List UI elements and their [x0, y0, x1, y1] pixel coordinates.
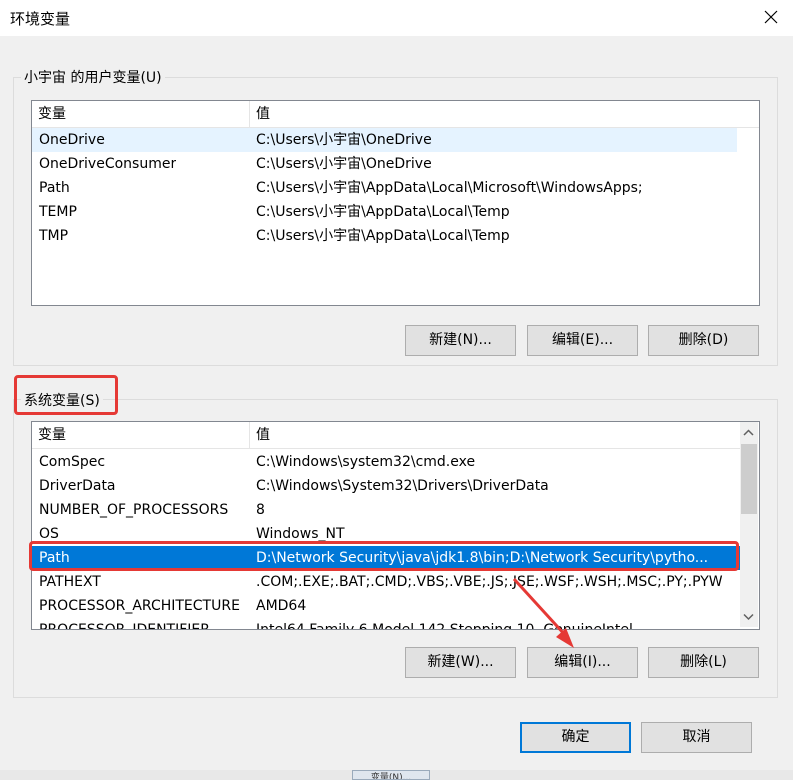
variable-value: Windows_NT [256, 526, 345, 542]
close-icon [764, 10, 778, 24]
list-item[interactable]: OS Windows_NT [32, 522, 740, 546]
background-button-peek: 变量(N)... [352, 770, 430, 780]
list-header: 变量 值 [32, 101, 759, 128]
user-new-button[interactable]: 新建(N)... [405, 325, 516, 356]
scroll-down-button[interactable] [740, 608, 757, 625]
variable-value: C:\Users\小宇宙\AppData\Local\Temp [256, 204, 510, 220]
list-item[interactable]: PROCESSOR_ARCHITECTURE AMD64 [32, 594, 740, 618]
variable-name: PROCESSOR_ARCHITECTURE [39, 598, 240, 614]
list-item[interactable]: OneDriveConsumer C:\Users\小宇宙\OneDrive [32, 152, 737, 176]
variable-value: C:\Users\小宇宙\OneDrive [256, 132, 432, 148]
user-edit-button[interactable]: 编辑(E)... [527, 325, 638, 356]
variable-name: OneDriveConsumer [39, 156, 177, 172]
system-variables-list[interactable]: 变量 值 ComSpec C:\Windows\system32\cmd.exe… [31, 421, 760, 630]
variable-name: Path [39, 180, 70, 196]
variable-value: Intel64 Family 6 Model 142 Stepping 10, … [256, 622, 633, 630]
variable-name: PATHEXT [39, 574, 101, 590]
variable-name: OS [39, 526, 59, 542]
variable-name: DriverData [39, 478, 116, 494]
variable-value: D:\Network Security\java\jdk1.8\bin;D:\N… [256, 550, 709, 566]
list-item[interactable]: NUMBER_OF_PROCESSORS 8 [32, 498, 740, 522]
column-header-variable[interactable]: 变量 [32, 422, 250, 448]
variable-name: Path [39, 550, 70, 566]
list-item[interactable]: ComSpec C:\Windows\system32\cmd.exe [32, 450, 740, 474]
scroll-up-icon [743, 429, 754, 436]
variable-name: OneDrive [39, 132, 105, 148]
ok-button[interactable]: 确定 [520, 722, 631, 753]
variable-value: AMD64 [256, 598, 307, 614]
variable-name: TMP [39, 228, 69, 244]
list-header: 变量 值 [32, 422, 740, 449]
list-item[interactable]: OneDrive C:\Users\小宇宙\OneDrive [32, 128, 737, 152]
list-item-selected[interactable]: Path D:\Network Security\java\jdk1.8\bin… [32, 546, 740, 570]
column-header-value[interactable]: 值 [250, 101, 759, 127]
variable-value: C:\Users\小宇宙\OneDrive [256, 156, 432, 172]
user-variables-list[interactable]: 变量 值 OneDrive C:\Users\小宇宙\OneDrive OneD… [31, 100, 760, 306]
user-delete-button[interactable]: 删除(D) [648, 325, 759, 356]
variable-value: C:\Users\小宇宙\AppData\Local\Microsoft\Win… [256, 180, 643, 196]
variable-value: C:\Users\小宇宙\AppData\Local\Temp [256, 228, 510, 244]
list-item[interactable]: Path C:\Users\小宇宙\AppData\Local\Microsof… [32, 176, 737, 200]
variable-name: TEMP [39, 204, 77, 220]
list-item[interactable]: PATHEXT .COM;.EXE;.BAT;.CMD;.VBS;.VBE;.J… [32, 570, 740, 594]
system-edit-button[interactable]: 编辑(I)... [527, 647, 638, 678]
variable-name: PROCESSOR_IDENTIFIER [39, 622, 210, 630]
user-variables-label: 小宇宙 的用户变量(U) [21, 67, 165, 87]
variable-value: 8 [256, 502, 265, 518]
scroll-up-button[interactable] [740, 424, 757, 441]
title-bar: 环境变量 [0, 0, 793, 36]
close-button[interactable] [752, 0, 790, 34]
column-header-value[interactable]: 值 [250, 422, 740, 448]
system-new-button[interactable]: 新建(W)... [405, 647, 516, 678]
variable-name: ComSpec [39, 454, 106, 470]
list-item[interactable]: TEMP C:\Users\小宇宙\AppData\Local\Temp [32, 200, 737, 224]
system-variables-label: 系统变量(S) [21, 390, 103, 410]
list-item[interactable]: DriverData C:\Windows\System32\Drivers\D… [32, 474, 740, 498]
variable-name: NUMBER_OF_PROCESSORS [39, 502, 229, 518]
variable-value: C:\Windows\System32\Drivers\DriverData [256, 478, 549, 494]
window-title: 环境变量 [10, 10, 71, 28]
vertical-scrollbar[interactable] [740, 422, 758, 627]
scrollbar-thumb[interactable] [741, 444, 757, 514]
list-item[interactable]: TMP C:\Users\小宇宙\AppData\Local\Temp [32, 224, 737, 248]
list-item[interactable]: PROCESSOR_IDENTIFIER Intel64 Family 6 Mo… [32, 618, 740, 630]
scroll-down-icon [743, 613, 754, 621]
background-window-strip: 变量(N)... [0, 770, 793, 780]
system-delete-button[interactable]: 删除(L) [648, 647, 759, 678]
column-header-variable[interactable]: 变量 [32, 101, 250, 127]
cancel-button[interactable]: 取消 [641, 722, 752, 753]
variable-value: C:\Windows\system32\cmd.exe [256, 454, 476, 470]
variable-value: .COM;.EXE;.BAT;.CMD;.VBS;.VBE;.JS;.JSE;.… [256, 574, 723, 590]
